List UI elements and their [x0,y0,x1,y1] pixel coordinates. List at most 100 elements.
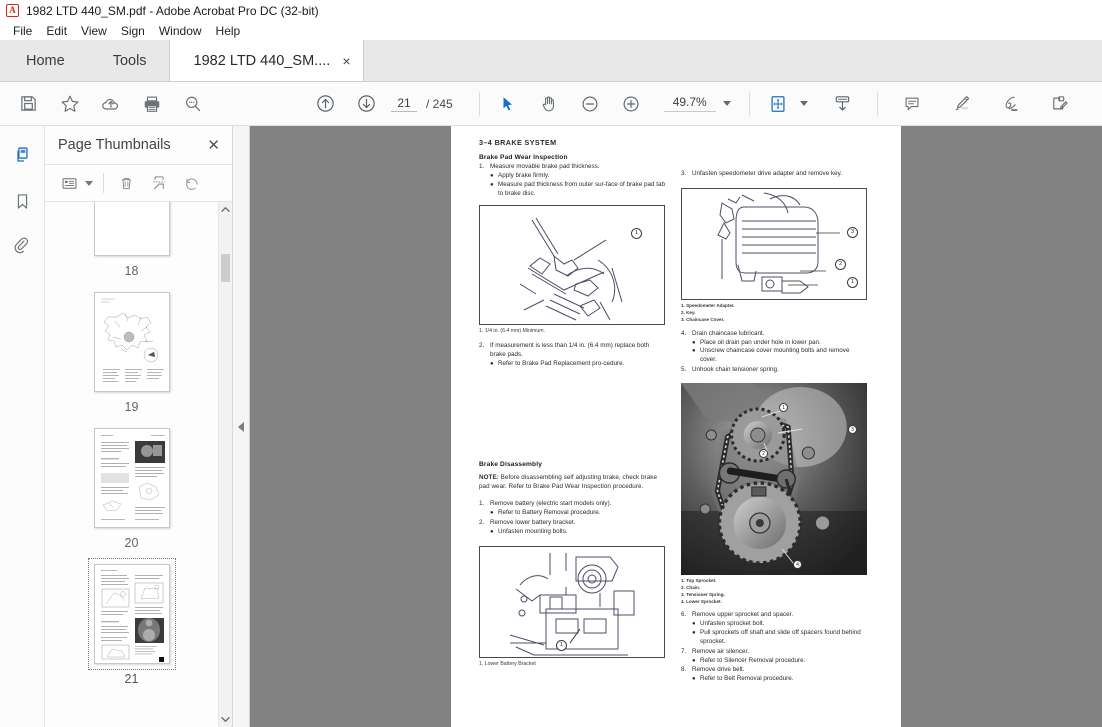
upload-to-cloud-icon[interactable] [94,87,127,120]
sign-document-icon[interactable] [994,87,1027,120]
menu-bar: File Edit View Sign Window Help [0,21,1102,41]
figure-brake-pad: 1 [479,204,665,325]
bullet-icon: ● [490,172,494,179]
thumbnail-item[interactable]: 18 [45,202,218,278]
thumbnail-item[interactable]: 20 [45,422,218,550]
list-number: 1. [479,499,485,507]
list-text: Unhook chain tensioner spring. [692,366,779,374]
thumbnail-scrollbar[interactable] [218,202,232,727]
thumbnail-page-image [93,428,170,528]
tab-document[interactable]: 1982 LTD 440_SM.... × [168,40,364,81]
menu-view[interactable]: View [74,23,114,39]
list-text: Refer to Silencer Removal procedure. [700,656,806,664]
thumbnail-options-icon[interactable] [55,170,83,196]
list-item: 4. Drain chaincase lubricant. [681,330,867,339]
menu-edit[interactable]: Edit [39,23,74,39]
document-viewport[interactable]: 3–4 BRAKE SYSTEM Brake Pad Wear Inspecti… [250,126,1102,727]
page-total-label: / 245 [426,96,453,111]
thumbnail-item-selected[interactable]: 21 [45,558,218,686]
list-text: If measurement is less than 1/4 in. (6.4… [490,342,650,359]
add-to-favorites-icon[interactable] [53,87,86,120]
find-text-icon[interactable] [176,87,209,120]
menu-help[interactable]: Help [209,23,248,39]
list-number: 1. [479,163,485,170]
bullet-icon: ● [490,361,494,368]
page-navigation: / 245 [391,95,453,112]
highlight-text-icon[interactable] [945,87,978,120]
figure-callout-3: 3 [847,226,858,238]
thumbnail-page-image [93,202,170,256]
sidebar-item-bookmarks[interactable] [5,182,39,220]
bullet-icon: ● [490,509,494,516]
bullet-icon: ● [490,528,494,535]
page-fit-icon[interactable] [762,87,795,120]
toolbar-divider-3 [876,91,878,116]
rotate-pages-icon[interactable] [178,170,206,196]
previous-page-icon[interactable] [309,87,342,120]
save-icon[interactable] [12,87,45,120]
thumbnail-item[interactable]: 19 [45,286,218,414]
list-item: 1. Remove battery (electric start models… [479,500,665,509]
bullet-icon: ● [692,339,696,346]
tab-home[interactable]: Home [0,40,91,81]
thumbnail-options-dropdown[interactable] [55,170,93,196]
page-fit-dropdown[interactable] [758,87,808,120]
heading-brake-pad-wear-inspection: Brake Pad Wear Inspection [479,154,568,161]
list-item: ● Refer to Battery Removal procedure. [479,509,665,518]
legend-line: 1. Speedometer Adapter. [681,302,735,308]
download-icon[interactable] [826,87,859,120]
panel-toolbar [45,164,232,202]
legend-line: 2. Key. [681,309,696,315]
list-text: Remove lower battery bracket. [490,518,576,526]
note-paragraph: NOTE: Before disassembling self adjustin… [479,474,665,492]
next-page-icon[interactable] [350,87,383,120]
list-item: 6. Remove upper sprocket and spacer. [681,611,867,620]
thumbnail-page-label: 21 [124,672,139,686]
list-text: Refer to Brake Pad Replacement pro-cedur… [498,360,625,368]
list-item: ● Place oil drain pan under hole in lowe… [681,339,867,348]
figure-callout-2: 2 [835,258,846,270]
menu-window[interactable]: Window [152,23,209,39]
list-text: Measure pad thickness from outer sur-fac… [498,180,665,197]
legend-line: 1. Top Sprocket. [681,578,717,584]
hand-tool-icon[interactable] [533,87,566,120]
scrollbar-thumb[interactable] [221,254,230,282]
figure-chaincase-photo: 1 3 2 4 [681,383,867,576]
list-item: 7. Remove air silencer. [681,648,867,657]
panel-header: Page Thumbnails ✕ [45,126,232,164]
menu-sign[interactable]: Sign [114,23,152,39]
page-thumbnails-panel: Page Thumbnails ✕ 18 19 20 21 [45,126,233,727]
extract-pages-icon[interactable] [145,170,173,196]
list-item: ● Pull sprockets off shaft and slide off… [681,629,867,647]
delete-pages-icon[interactable] [112,170,140,196]
note-text: Before disassembling self adjusting brak… [479,474,657,491]
zoom-level-dropdown[interactable]: 49.7% [663,95,731,112]
sidebar-item-attachments[interactable] [5,228,39,266]
scroll-up-icon[interactable] [219,202,232,217]
close-icon[interactable]: ✕ [207,138,220,153]
list-text: Unfasten sprocket bolt. [700,619,765,627]
title-bar: A 1982 LTD 440_SM.pdf - Adobe Acrobat Pr… [0,0,1102,21]
zoom-out-icon[interactable] [574,87,607,120]
scroll-down-icon[interactable] [219,712,232,727]
menu-file[interactable]: File [6,23,39,39]
legend-line: 4. Lower Sprocket. [681,598,722,604]
add-comment-icon[interactable] [896,87,929,120]
heading-brake-disassembly: Brake Disassembly [479,461,543,469]
figure-lower-battery-bracket: 1 [479,545,665,658]
fill-and-sign-icon[interactable] [1043,87,1076,120]
list-number: 8. [681,666,687,674]
sidebar-item-page-thumbnails[interactable] [5,136,39,174]
zoom-in-icon[interactable] [615,87,648,120]
close-icon[interactable]: × [342,53,350,69]
zoom-level-value: 49.7% [663,95,716,112]
list-text: Remove drive belt. [692,666,745,674]
select-cursor-icon[interactable] [492,87,525,120]
collapse-sidebar-handle[interactable] [233,126,250,727]
tab-tools[interactable]: Tools [90,40,169,81]
print-icon[interactable] [135,87,168,120]
panel-toolbar-divider [103,173,104,193]
page-number-input[interactable] [391,95,417,112]
main-body: Page Thumbnails ✕ 18 19 20 21 3–4 BRAKE … [0,126,1102,727]
list-text: Unfasten mounting bolts. [498,527,568,535]
